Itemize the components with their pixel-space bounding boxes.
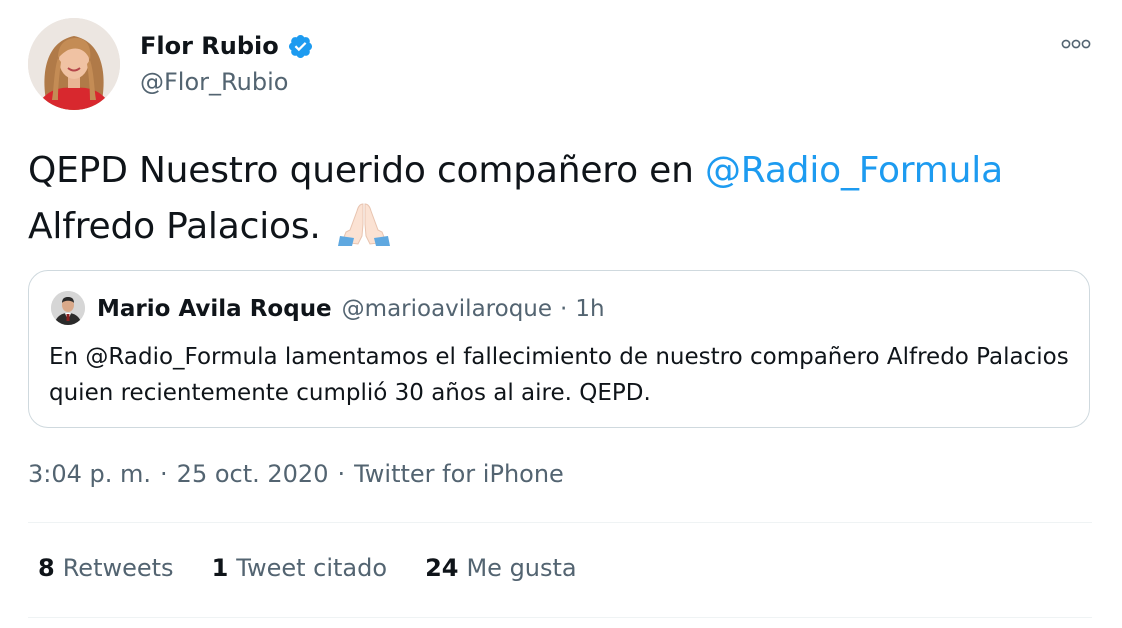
tweet-date[interactable]: 25 oct. 2020	[177, 460, 329, 488]
tweet-text-before: QEPD Nuestro querido compañero en	[28, 150, 694, 191]
more-options-button[interactable]	[1056, 30, 1096, 58]
meta-separator: ·	[160, 460, 168, 488]
meta-separator: ·	[337, 460, 346, 488]
retweets-count: 8	[38, 554, 55, 582]
likes-stat[interactable]: 24 Me gusta	[425, 554, 577, 582]
retweets-label: Retweets	[62, 554, 174, 582]
quoted-tweet-header: Mario Avila Roque @marioavilaroque · 1h	[97, 293, 605, 325]
author-name-row: Flor Rubio	[140, 30, 314, 62]
quoted-author-handle[interactable]: @marioavilaroque	[342, 296, 552, 322]
tweet-source-link[interactable]: Twitter for iPhone	[354, 460, 564, 488]
quote-tweets-label: Tweet citado	[236, 554, 388, 582]
divider	[28, 617, 1092, 618]
likes-label: Me gusta	[466, 554, 577, 582]
tweet-stats: 8 Retweets 1 Tweet citado 24 Me gusta	[38, 554, 615, 582]
quoted-tweet-card[interactable]: Mario Avila Roque @marioavilaroque · 1h …	[28, 270, 1090, 428]
author-avatar[interactable]	[28, 18, 120, 110]
likes-count: 24	[425, 554, 459, 582]
tweet-meta: 3:04 p. m. · 25 oct. 2020 · Twitter for …	[28, 460, 564, 488]
quoted-header-separator: ·	[560, 296, 568, 322]
quoted-tweet-text: En @Radio_Formula lamentamos el fallecim…	[49, 344, 1069, 406]
quote-tweets-count: 1	[211, 554, 229, 582]
tweet-text-after: Alfredo Palacios.	[28, 206, 321, 247]
folded-hands-emoji-icon	[336, 198, 392, 246]
more-options-icon	[1061, 39, 1091, 49]
quote-tweets-stat[interactable]: 1 Tweet citado	[212, 554, 388, 582]
quoted-author-avatar[interactable]	[51, 291, 85, 325]
author-avatar-image	[28, 18, 120, 110]
verified-badge-icon	[287, 33, 314, 60]
quoted-author-name[interactable]: Mario Avila Roque	[97, 296, 332, 322]
quoted-tweet-time[interactable]: 1h	[575, 296, 604, 322]
author-name[interactable]: Flor Rubio	[140, 32, 279, 60]
tweet-mention-link[interactable]: @Radio_Formula	[705, 150, 1003, 191]
divider	[28, 522, 1092, 523]
quoted-author-avatar-image	[51, 291, 85, 325]
retweets-stat[interactable]: 8 Retweets	[38, 554, 174, 582]
tweet-time[interactable]: 3:04 p. m.	[28, 460, 151, 488]
author-handle[interactable]: @Flor_Rubio	[140, 68, 288, 96]
tweet-text: QEPD Nuestro querido compañero en @Radio…	[28, 144, 1098, 254]
